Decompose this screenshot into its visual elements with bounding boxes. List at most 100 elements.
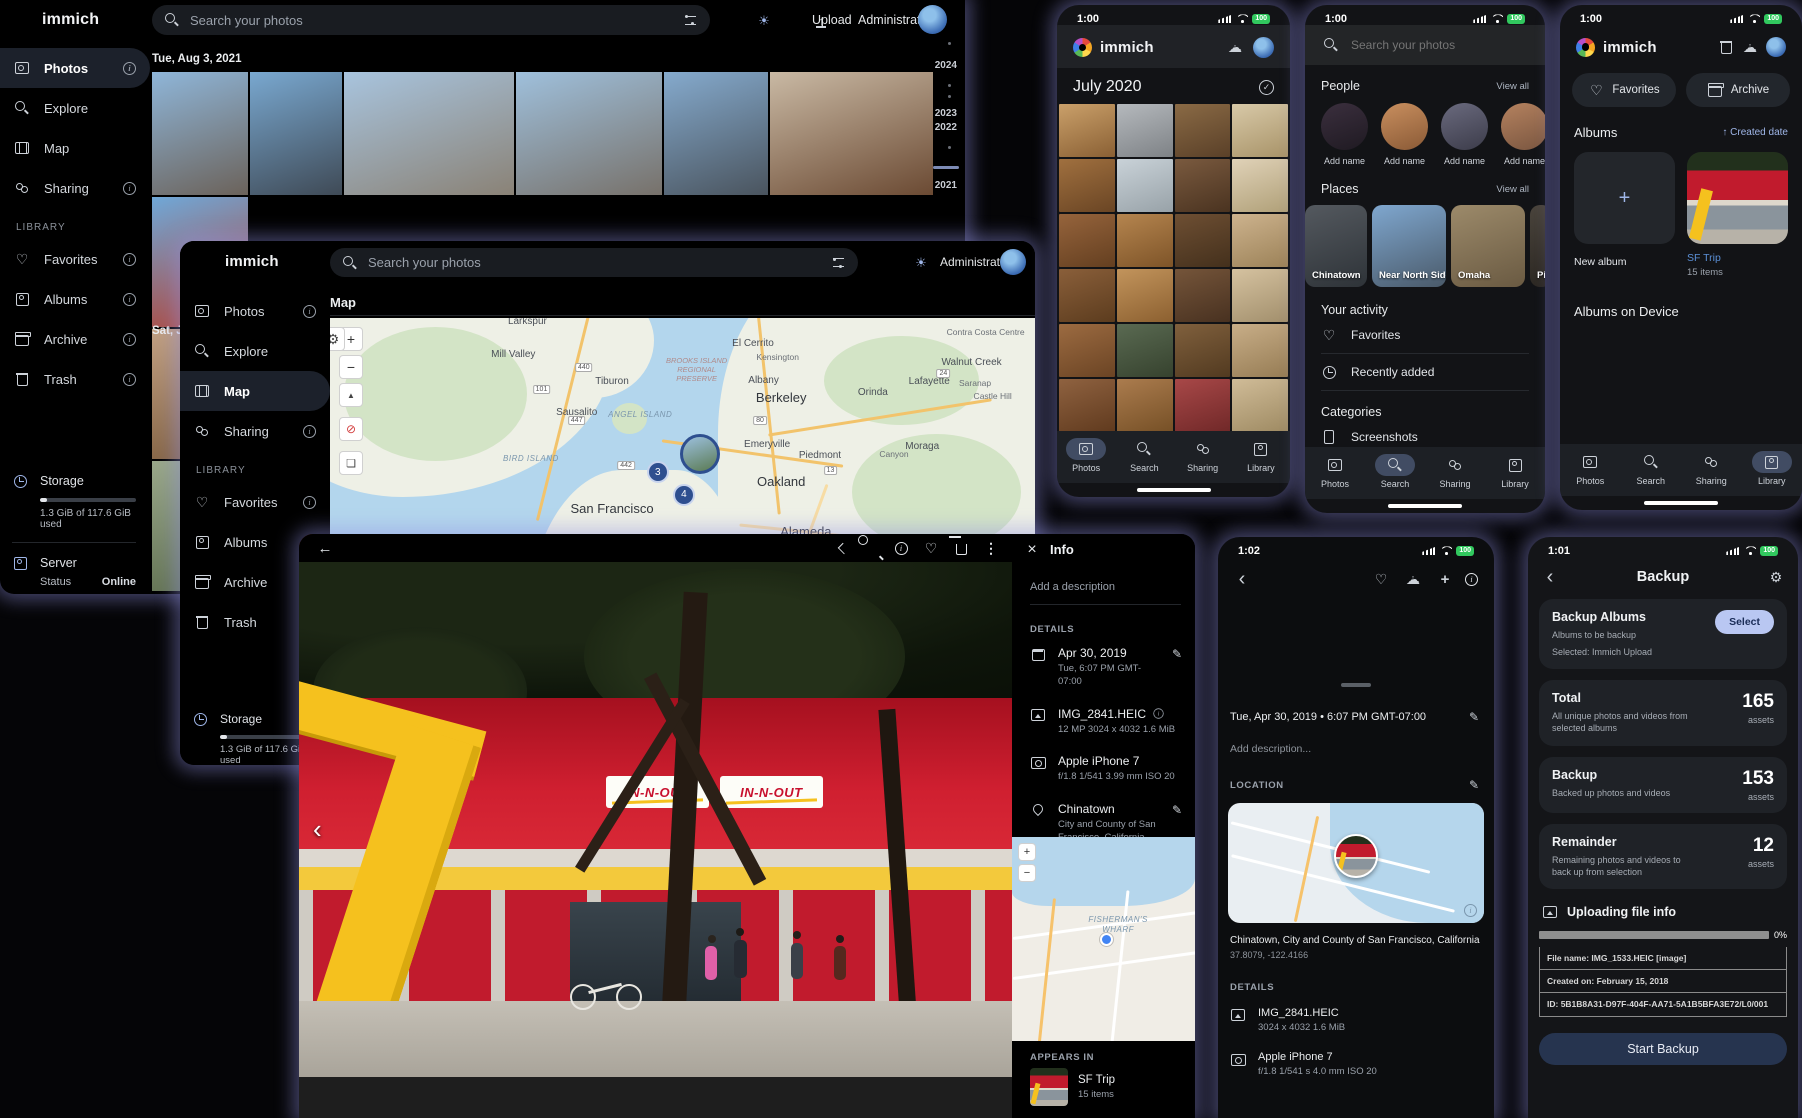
scrubber-handle[interactable] bbox=[933, 166, 959, 169]
minimap-zoom-in-button[interactable]: + bbox=[1018, 843, 1036, 861]
photo-thumbnail[interactable]: ☁ bbox=[1175, 159, 1231, 212]
select-button[interactable]: Select bbox=[1715, 610, 1774, 634]
favorite-icon[interactable] bbox=[1373, 571, 1389, 587]
info-icon[interactable] bbox=[303, 305, 316, 318]
archive-button[interactable]: Archive bbox=[1686, 73, 1790, 107]
info-icon[interactable] bbox=[123, 293, 136, 306]
photo-thumbnail[interactable] bbox=[664, 72, 768, 195]
nav-tab[interactable]: Photos bbox=[1060, 438, 1112, 473]
delete-icon[interactable] bbox=[947, 534, 975, 562]
map-toggle-markers-button[interactable] bbox=[339, 417, 363, 441]
close-info-icon[interactable] bbox=[1018, 536, 1046, 564]
face-thumbnail[interactable] bbox=[1441, 103, 1488, 150]
map-zoom-out-button[interactable]: − bbox=[339, 355, 363, 379]
avatar[interactable] bbox=[918, 5, 947, 34]
photo-thumbnail[interactable]: ☁ bbox=[1059, 214, 1115, 267]
minimap-zoom-out-button[interactable]: − bbox=[1018, 864, 1036, 882]
info-icon[interactable] bbox=[123, 373, 136, 386]
person-item[interactable]: Add name bbox=[1441, 103, 1488, 166]
photo-thumbnail[interactable]: ☁ bbox=[1117, 379, 1173, 432]
place-item[interactable]: Pi bbox=[1530, 205, 1545, 287]
photo-thumbnail[interactable]: ☁ bbox=[1059, 379, 1115, 432]
theme-toggle-icon[interactable] bbox=[756, 13, 772, 29]
sidebar-item[interactable]: Favorites bbox=[180, 482, 330, 522]
avatar[interactable] bbox=[1253, 37, 1274, 58]
photo-cluster-marker[interactable]: 3 bbox=[647, 461, 669, 483]
search-bar[interactable] bbox=[330, 248, 858, 277]
photo-thumbnail[interactable]: ☁ bbox=[1175, 324, 1231, 377]
person-item[interactable]: Add name bbox=[1321, 103, 1368, 166]
album-name[interactable]: SF Trip bbox=[1687, 252, 1788, 264]
nav-tab[interactable]: Sharing bbox=[1685, 451, 1737, 486]
sidebar-item[interactable]: Favorites bbox=[0, 239, 150, 279]
home-indicator[interactable] bbox=[1137, 488, 1211, 492]
filter-icon[interactable] bbox=[830, 255, 846, 271]
sidebar-item[interactable]: Explore bbox=[180, 331, 330, 371]
nav-tab[interactable]: Search bbox=[1118, 438, 1170, 473]
sidebar-item[interactable]: Trash bbox=[0, 359, 150, 399]
place-item[interactable]: Omaha bbox=[1451, 205, 1525, 287]
location-photo-marker[interactable] bbox=[1334, 834, 1378, 878]
info-icon[interactable] bbox=[123, 253, 136, 266]
face-thumbnail[interactable] bbox=[1381, 103, 1428, 150]
new-album-tile[interactable]: + bbox=[1574, 152, 1675, 244]
nav-tab[interactable]: Sharing bbox=[1429, 454, 1481, 489]
scrubber-year[interactable]: 2024 bbox=[935, 60, 957, 71]
album-row[interactable]: SF Trip 15 items bbox=[1030, 1068, 1115, 1106]
info-icon[interactable] bbox=[1465, 573, 1478, 586]
activity-item[interactable]: Favorites bbox=[1321, 317, 1529, 354]
sidebar-item[interactable]: Map bbox=[0, 128, 150, 168]
sidebar-item[interactable]: Archive bbox=[0, 319, 150, 359]
photo-thumbnail[interactable] bbox=[344, 72, 514, 195]
add-name-label[interactable]: Add name bbox=[1501, 156, 1545, 166]
favorite-icon[interactable] bbox=[917, 534, 945, 562]
photo-thumbnail[interactable]: ☁ bbox=[1059, 159, 1115, 212]
photo-thumbnail[interactable]: ☁ bbox=[1117, 159, 1173, 212]
description-input[interactable]: Add a description bbox=[1030, 581, 1115, 593]
upload-icon[interactable] bbox=[1405, 571, 1421, 587]
trash-icon[interactable] bbox=[1718, 39, 1734, 55]
home-indicator[interactable] bbox=[1388, 504, 1462, 508]
add-to-album-icon[interactable] bbox=[1437, 571, 1453, 587]
photo-thumbnail[interactable]: ☁ bbox=[1059, 324, 1115, 377]
info-icon[interactable] bbox=[123, 62, 136, 75]
place-item[interactable]: Chinatown bbox=[1305, 205, 1367, 287]
photo-thumbnail[interactable]: ☁ bbox=[1175, 104, 1231, 157]
photo-thumbnail[interactable]: ☁ bbox=[1232, 104, 1288, 157]
avatar[interactable] bbox=[1766, 37, 1786, 57]
activity-item[interactable]: Recently added bbox=[1321, 354, 1529, 391]
sidebar-item[interactable]: Photos bbox=[180, 291, 330, 331]
photo-thumbnail[interactable]: ☁ bbox=[1175, 379, 1231, 432]
nav-tab[interactable]: Search bbox=[1625, 451, 1677, 486]
nav-tab[interactable]: Library bbox=[1235, 438, 1287, 473]
sidebar-item[interactable]: Explore bbox=[0, 88, 150, 128]
search-input[interactable] bbox=[1351, 38, 1527, 52]
search-input[interactable] bbox=[368, 255, 820, 270]
photo-thumbnail[interactable] bbox=[770, 72, 933, 195]
sidebar-item[interactable]: Sharing bbox=[180, 411, 330, 451]
place-item[interactable]: Near North Side bbox=[1372, 205, 1446, 287]
sidebar-item[interactable]: Albums bbox=[0, 279, 150, 319]
map-info-icon[interactable] bbox=[1464, 900, 1477, 918]
add-name-label[interactable]: Add name bbox=[1441, 156, 1488, 166]
info-icon[interactable] bbox=[1153, 708, 1163, 718]
edit-icon[interactable] bbox=[1169, 802, 1185, 818]
zoom-icon[interactable] bbox=[857, 534, 885, 562]
edit-location-icon[interactable] bbox=[1466, 777, 1482, 793]
nav-tab[interactable]: Library bbox=[1489, 454, 1541, 489]
add-name-label[interactable]: Add name bbox=[1381, 156, 1428, 166]
photo-marker[interactable] bbox=[680, 434, 720, 474]
back-icon[interactable] bbox=[1542, 569, 1558, 585]
info-icon[interactable] bbox=[303, 425, 316, 438]
home-indicator[interactable] bbox=[1644, 501, 1718, 505]
photo-thumbnail[interactable]: ☁ bbox=[1232, 379, 1288, 432]
info-icon[interactable] bbox=[123, 182, 136, 195]
search-bar[interactable] bbox=[152, 5, 710, 35]
detail-map[interactable] bbox=[1228, 803, 1484, 923]
info-icon[interactable] bbox=[887, 534, 915, 562]
sidebar-item[interactable]: Sharing bbox=[0, 168, 150, 208]
cloud-sync-icon[interactable] bbox=[1227, 40, 1243, 56]
photo-thumbnail[interactable]: ☁ bbox=[1232, 324, 1288, 377]
photo-thumbnail[interactable]: ☁ bbox=[1059, 269, 1115, 322]
info-minimap[interactable]: FISHERMAN'S WHARF + − bbox=[1012, 837, 1195, 1041]
